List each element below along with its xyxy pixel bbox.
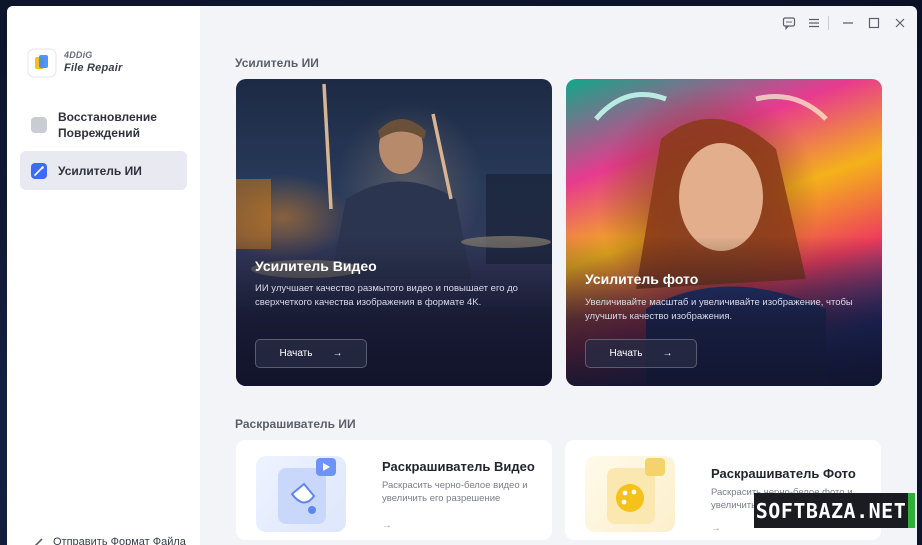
arrow-right-icon: →: [332, 348, 343, 359]
app-name-line2: File Repair: [64, 62, 123, 74]
arrow-right-icon: →: [711, 523, 721, 534]
pencil-icon: [34, 538, 43, 545]
close-icon[interactable]: [893, 16, 907, 30]
card-description: Раскрасить черно-белое видео и увеличить…: [382, 480, 528, 504]
arrow-right-icon: →: [382, 520, 392, 531]
card-description: Увеличивайте масштаб и увеличивайте изоб…: [585, 297, 853, 322]
arrow-right-icon: →: [662, 348, 673, 359]
photo-enhancer-card[interactable]: Усилитель фото Увеличивайте масштаб и ув…: [566, 79, 882, 386]
start-photo-enhancer-button[interactable]: Начать →: [585, 339, 697, 368]
card-title: Усилитель фото: [585, 271, 699, 287]
sidebar: 4DDiG File Repair Восстановление Поврежд…: [7, 6, 200, 545]
send-file-format-link[interactable]: Отправить Формат Файла: [33, 536, 186, 545]
app-name: 4DDiG File Repair: [64, 49, 122, 75]
start-button-label: Начать: [609, 348, 643, 359]
colorizer-section-title: Раскрашиватель ИИ: [235, 417, 356, 431]
watermark: SOFTBAZA.NET: [754, 493, 908, 528]
card-title: Раскрашиватель Фото: [711, 466, 856, 481]
card-title: Раскрашиватель Видео: [382, 459, 535, 474]
video-enhancer-card[interactable]: Усилитель Видео ИИ улучшает качество раз…: [236, 79, 552, 386]
start-video-enhancer-button[interactable]: Начать →: [255, 339, 367, 368]
maximize-icon[interactable]: [867, 16, 881, 30]
photo-colorizer-illustration: [585, 456, 675, 532]
sidebar-item-repair[interactable]: Восстановление Повреждений: [20, 106, 187, 144]
magic-wand-icon: [31, 162, 47, 179]
titlebar-separator: [828, 16, 829, 30]
menu-icon[interactable]: [807, 16, 821, 30]
app-name-line1: 4DDiG: [64, 50, 93, 60]
card-title: Усилитель Видео: [255, 258, 377, 274]
sidebar-item-label: Восстановление Повреждений: [58, 110, 157, 140]
video-colorizer-illustration: [256, 456, 346, 532]
enhancer-section-title: Усилитель ИИ: [235, 56, 319, 70]
sidebar-item-label: Усилитель ИИ: [58, 163, 142, 178]
app-window: 4DDiG File Repair Восстановление Поврежд…: [7, 6, 917, 545]
send-file-format-label: Отправить Формат Файла: [53, 536, 186, 545]
video-colorizer-card[interactable]: Раскрашиватель Видео Раскрасить черно-бе…: [236, 440, 552, 540]
minimize-icon[interactable]: [841, 16, 855, 30]
feedback-icon[interactable]: [782, 16, 796, 30]
sidebar-item-ai-enhancer[interactable]: Усилитель ИИ: [20, 151, 187, 190]
app-logo: [27, 48, 57, 78]
card-description: ИИ улучшает качество размытого видео и п…: [255, 283, 518, 308]
start-button-label: Начать: [279, 348, 313, 359]
folder-icon: [31, 117, 47, 133]
watermark-accent: [908, 493, 915, 528]
